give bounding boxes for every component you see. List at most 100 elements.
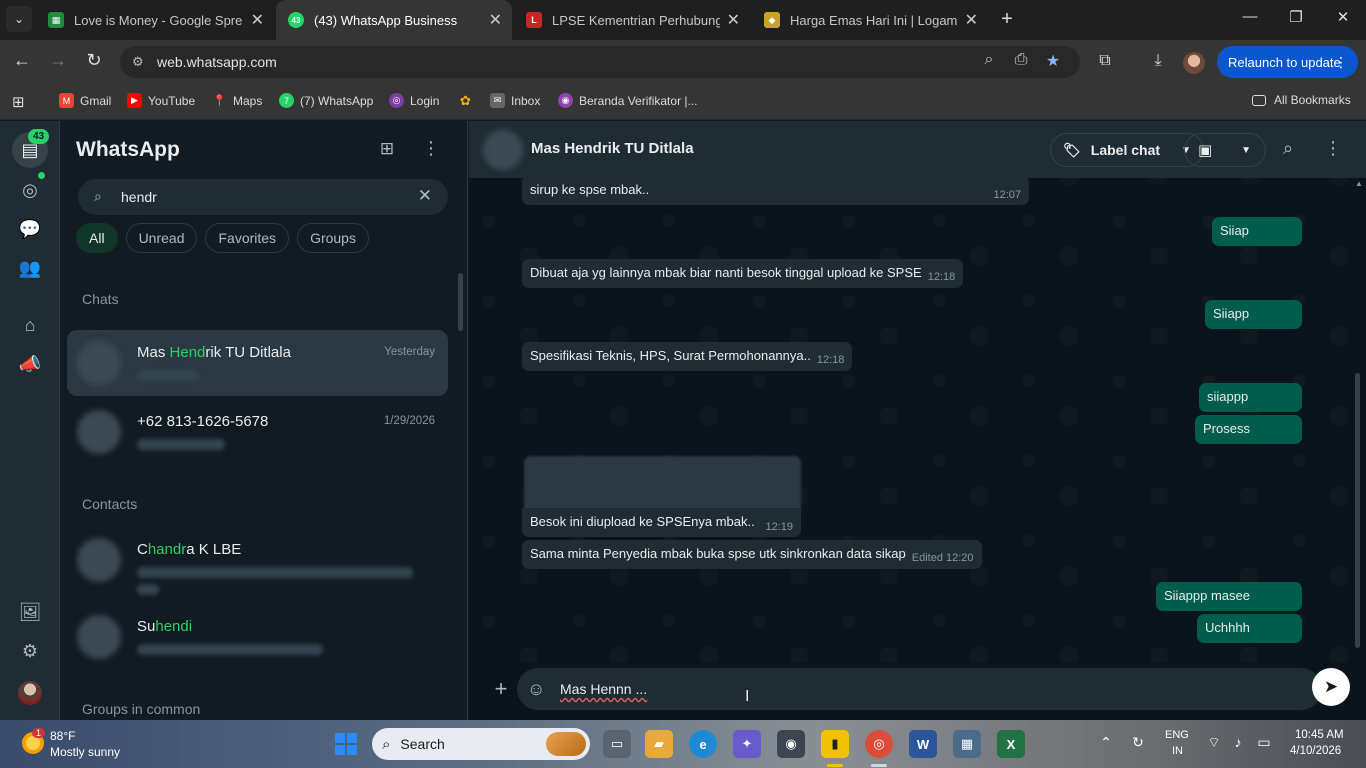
message-input-box[interactable]: ☺ Mas Hennn ... I [517, 668, 1322, 710]
message-outgoing[interactable]: Siiapp [1205, 300, 1302, 329]
bookmark-star-icon[interactable]: ★ [1042, 51, 1064, 71]
show-hidden-icons-chevron[interactable]: ⌃ [1096, 734, 1116, 751]
attach-plus-icon[interactable]: + [491, 676, 511, 702]
language-region[interactable]: IN [1172, 745, 1183, 757]
tab-close-icon[interactable]: ✕ [489, 10, 502, 30]
channels-icon[interactable]: 💬 [18, 217, 42, 241]
clock-time[interactable]: 10:45 AM [1295, 729, 1344, 741]
filter-all[interactable]: All [76, 223, 118, 253]
task-view-icon[interactable]: ▭ [603, 730, 631, 758]
all-bookmarks[interactable]: All Bookmarks [1252, 93, 1351, 107]
conversation-scrollbar[interactable] [1355, 373, 1360, 648]
bookmark-inbox[interactable]: ✉ Inbox [490, 93, 540, 108]
send-button[interactable]: ➤ [1312, 668, 1350, 706]
message-outgoing[interactable]: Prosess [1195, 415, 1302, 444]
clock-date[interactable]: 4/10/2026 [1290, 745, 1341, 757]
bookmark-gmail[interactable]: M Gmail [59, 93, 111, 108]
copilot-icon[interactable]: ✦ [733, 730, 761, 758]
status-icon[interactable]: ◎ [18, 178, 42, 202]
contact-row-suhendi[interactable]: Suhendi [67, 604, 448, 670]
message-input[interactable]: Mas Hennn ... [560, 681, 647, 697]
camera-icon[interactable]: ◉ [777, 730, 805, 758]
blurred-media-preview[interactable] [524, 456, 801, 511]
contact-avatar[interactable] [483, 130, 523, 170]
bookmark-maps[interactable]: 📍 Maps [212, 93, 263, 108]
menu-icon[interactable]: ⋮ [1322, 138, 1344, 159]
settings-icon[interactable]: ⚙ [18, 639, 42, 663]
word-icon[interactable]: W [909, 730, 937, 758]
minimize-button[interactable]: — [1240, 8, 1260, 25]
search-input[interactable]: hendr [121, 189, 157, 205]
chat-row-phone-number[interactable]: +62 813-1626-5678 1/29/2026 [67, 399, 448, 465]
tab-google-sheets[interactable]: ▦ Love is Money - Google Spread ✕ [36, 0, 274, 40]
weather-description[interactable]: Mostly sunny [50, 745, 120, 759]
relaunch-button[interactable]: Relaunch to update ⋮ [1217, 46, 1358, 78]
edge-icon[interactable]: e [689, 730, 717, 758]
more-menu-icon[interactable]: ⋮ [1334, 54, 1348, 71]
message-outgoing[interactable]: siiappp [1199, 383, 1302, 412]
install-app-icon[interactable]: ⎙ [1010, 51, 1032, 69]
tab-search-button[interactable]: ⌄ [6, 6, 32, 32]
conversation-header[interactable]: Mas Hendrik TU Ditlala 🏷 Label chat ▼ ▣ … [469, 121, 1366, 178]
new-chat-icon[interactable]: ⊞ [376, 139, 398, 159]
volume-icon[interactable]: ♪ [1228, 734, 1248, 750]
calculator-icon[interactable]: ▦ [953, 730, 981, 758]
message-incoming[interactable]: sirup ke spse mbak.. 12:07 [522, 176, 1029, 205]
filter-favorites[interactable]: Favorites [205, 223, 290, 253]
bookmark-youtube[interactable]: ▶ YouTube [127, 93, 195, 108]
extensions-icon[interactable]: ⧉ [1094, 52, 1116, 70]
profile-avatar[interactable] [1183, 52, 1205, 74]
bookmark-photos[interactable]: ✿ [458, 93, 479, 108]
apps-grid-icon[interactable]: ⊞ [12, 93, 25, 111]
downloads-icon[interactable]: ⤓ [1147, 52, 1169, 70]
weather-temperature[interactable]: 88°F [50, 729, 75, 743]
zoom-icon[interactable]: ⌕ [978, 51, 1000, 69]
close-window-button[interactable]: ✕ [1333, 8, 1353, 26]
message-outgoing[interactable]: Siiap [1212, 217, 1302, 246]
clear-search-icon[interactable]: ✕ [418, 186, 432, 206]
tab-close-icon[interactable]: ✕ [251, 10, 264, 30]
message-incoming[interactable]: Spesifikasi Teknis, HPS, Surat Permohona… [522, 342, 853, 371]
bookmark-beranda[interactable]: ◉ Beranda Verifikator |... [558, 93, 698, 108]
sticker-emoji-icon[interactable]: ☺ [527, 679, 545, 700]
chrome-icon[interactable]: ◎ [865, 730, 893, 758]
tab-whatsapp[interactable]: 43 (43) WhatsApp Business ✕ [276, 0, 512, 40]
search-icon[interactable]: ⌕ [1277, 138, 1299, 159]
tab-lpse[interactable]: L LPSE Kementrian Perhubungan ✕ [514, 0, 750, 40]
message-incoming[interactable]: Dibuat aja yg lainnya mbak biar nanti be… [522, 259, 964, 288]
file-explorer-icon[interactable]: ▰ [645, 730, 673, 758]
media-icon[interactable]: 🖼 [18, 600, 42, 624]
taskbar-search[interactable]: ⌕ Search [372, 728, 590, 760]
new-tab-button[interactable]: + [996, 8, 1018, 31]
bookmark-login[interactable]: ◎ Login [389, 93, 439, 108]
url-text[interactable]: web.whatsapp.com [157, 54, 277, 70]
filter-unread[interactable]: Unread [125, 223, 198, 253]
message-outgoing[interactable]: Siiappp masee [1156, 582, 1302, 611]
start-button[interactable] [335, 733, 357, 755]
language-indicator[interactable]: ENG [1165, 729, 1189, 741]
search-box[interactable]: ⌕ hendr ✕ [78, 179, 448, 215]
chat-row-mas-hendrik[interactable]: Mas Hendrik TU Ditlala Yesterday [67, 330, 448, 396]
video-call-button[interactable]: ▣ ▼ [1184, 133, 1266, 167]
sidebar-scrollbar[interactable] [458, 273, 463, 331]
forward-icon[interactable]: → [46, 50, 70, 71]
profile-avatar[interactable] [18, 681, 42, 705]
contact-name[interactable]: Mas Hendrik TU Ditlala [531, 140, 694, 157]
tab-close-icon[interactable]: ✕ [727, 10, 740, 30]
reload-icon[interactable]: ↻ [82, 50, 106, 71]
sync-icon[interactable]: ↻ [1128, 734, 1148, 751]
catalog-icon[interactable]: ⌂ [18, 313, 42, 337]
sticky-notes-icon[interactable]: ▮ [821, 730, 849, 758]
scroll-up-arrow[interactable]: ▲ [1355, 179, 1363, 188]
back-icon[interactable]: ← [10, 50, 34, 71]
tab-harga-emas[interactable]: ◆ Harga Emas Hari Ini | Logam M ✕ [752, 0, 988, 40]
message-incoming[interactable]: Sama minta Penyedia mbak buka spse utk s… [522, 540, 982, 569]
communities-icon[interactable]: 👥 [18, 256, 42, 280]
filter-groups[interactable]: Groups [297, 223, 369, 253]
excel-icon[interactable]: X [997, 730, 1025, 758]
label-chat-button[interactable]: 🏷 Label chat ▼ [1050, 133, 1204, 167]
battery-icon[interactable]: ▭ [1254, 734, 1274, 751]
tab-close-icon[interactable]: ✕ [965, 10, 978, 30]
message-outgoing[interactable]: Uchhhh [1197, 614, 1302, 643]
contact-row-chandra[interactable]: Chandra K LBE [67, 527, 448, 599]
